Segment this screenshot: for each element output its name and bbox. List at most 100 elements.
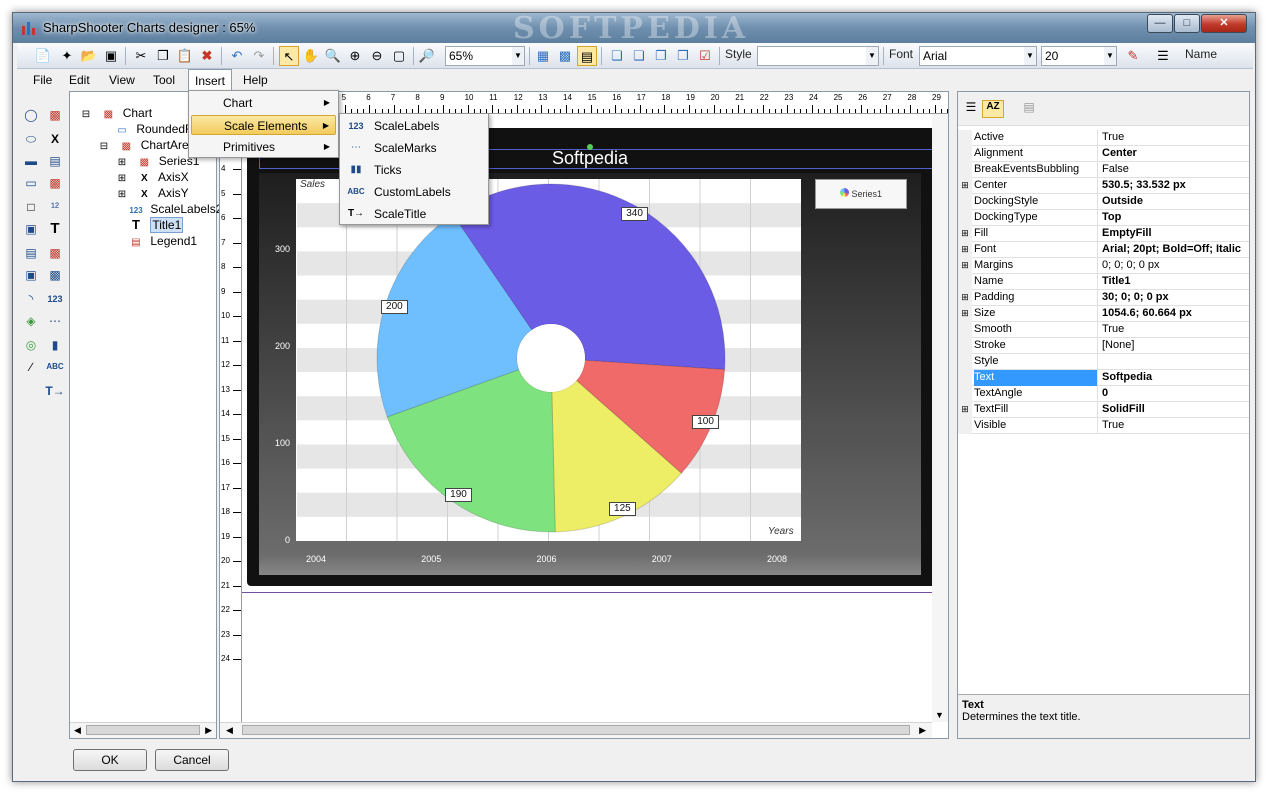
property-row[interactable]: ⊞ Margins 0; 0; 0; 0 px [958, 258, 1249, 274]
property-value[interactable]: 0; 0; 0; 0 px [1102, 258, 1249, 274]
delete-icon[interactable]: ✖ [197, 46, 217, 66]
property-value[interactable]: True [1102, 130, 1249, 146]
ok-button[interactable]: OK [73, 749, 147, 771]
ticks-tool-icon[interactable]: ▮ [45, 335, 65, 355]
scroll-right-icon[interactable]: ▶ [205, 725, 212, 736]
copy-icon[interactable]: ❐ [153, 46, 173, 66]
square-tool-icon[interactable]: □ [21, 197, 41, 217]
stacked-tool-icon[interactable]: ▩ [45, 265, 65, 285]
design-canvas[interactable]: 4 5 6 7 8 9 10 11 12 13 14 15 16 17 18 19 20 21 22 23 24 25 26… [219, 91, 949, 739]
bring-front-icon[interactable]: ❏ [607, 46, 627, 66]
tree-node-legend[interactable]: ▤ Legend1 [128, 233, 197, 249]
scroll-thumb[interactable] [242, 725, 910, 735]
cut-icon[interactable]: ✂ [131, 46, 151, 66]
close-button[interactable]: ✕ [1201, 14, 1247, 33]
property-row[interactable]: Name Title1 [958, 274, 1249, 290]
menu-edit[interactable]: Edit [63, 69, 96, 91]
property-value[interactable]: Center [1102, 146, 1249, 162]
font-combo[interactable]: Arial ▼ [919, 46, 1037, 66]
leaf-tool-icon[interactable]: ◈ [21, 311, 41, 331]
canvas-hscroll[interactable]: ◀ ▶ [220, 722, 932, 738]
property-value[interactable]: 530.5; 33.532 px [1102, 178, 1249, 194]
chart-tool-icon[interactable]: ▩ [45, 105, 65, 125]
property-row[interactable]: TextAngle 0 [958, 386, 1249, 402]
scale-marks-tool-icon[interactable]: ⋯ [45, 311, 65, 331]
send-back-icon[interactable]: ❏ [629, 46, 649, 66]
property-row[interactable]: ⊞ Font Arial; 20pt; Bold=Off; Italic [958, 242, 1249, 258]
tree-node-title[interactable]: T Title1 [128, 217, 184, 233]
property-value[interactable]: Arial; 20pt; Bold=Off; Italic [1102, 242, 1249, 258]
minimize-button[interactable]: — [1147, 14, 1173, 33]
property-row[interactable]: DockingType Top [958, 210, 1249, 226]
image-tool-icon[interactable]: ▣ [21, 219, 41, 239]
save-icon[interactable]: ▣ [101, 46, 121, 66]
scroll-left-icon[interactable]: ◀ [74, 725, 81, 736]
tree-node-series[interactable]: ⊞ ▩ Series1 [114, 153, 200, 169]
line-style-icon[interactable]: ☰ [1153, 46, 1173, 66]
property-value[interactable]: Softpedia [1102, 370, 1249, 386]
property-value[interactable]: Outside [1102, 194, 1249, 210]
label-tool-icon[interactable]: ▣ [21, 265, 41, 285]
expand-icon[interactable]: ⊞ [958, 226, 972, 242]
collapse-icon[interactable]: ⊟ [96, 139, 112, 155]
property-row[interactable]: Alignment Center [958, 146, 1249, 162]
pointer-icon[interactable]: ↖ [279, 46, 299, 66]
scroll-down-icon[interactable]: ▼ [935, 710, 944, 720]
style-combo[interactable]: ▼ [757, 46, 879, 66]
menu-item-scalemarks[interactable]: ⋯ ScaleMarks [342, 138, 486, 158]
menu-item-scalelabels[interactable]: 123 ScaleLabels [342, 116, 486, 136]
menu-item-scale-elements[interactable]: Scale Elements ▶ [191, 115, 336, 135]
property-row[interactable]: Active True [958, 130, 1249, 146]
property-row[interactable]: Style [958, 354, 1249, 370]
zoom-icon[interactable]: 🔍 [323, 46, 343, 66]
property-value[interactable]: [None] [1102, 338, 1249, 354]
scale-title-tool-icon[interactable]: T→ [45, 381, 65, 401]
text-tool-icon[interactable]: T [45, 219, 65, 239]
property-row[interactable]: ⊞ Padding 30; 0; 0; 0 px [958, 290, 1249, 306]
expand-icon[interactable]: ⊞ [958, 178, 972, 194]
property-row[interactable]: Smooth True [958, 322, 1249, 338]
menu-item-ticks[interactable]: ▮▮ Ticks [342, 160, 486, 180]
font-size-combo[interactable]: 20 ▼ [1041, 46, 1117, 66]
check-icon[interactable]: ☑ [695, 46, 715, 66]
zoom-out-icon[interactable]: ⊖ [367, 46, 387, 66]
cancel-button[interactable]: Cancel [155, 749, 229, 771]
fill-color-icon[interactable]: ✎ [1123, 46, 1143, 66]
panel-tool-icon[interactable]: ▤ [21, 243, 41, 263]
tree-node-axisx[interactable]: ⊞ X AxisX [114, 169, 189, 185]
menu-item-customlabels[interactable]: ABC CustomLabels [342, 182, 486, 202]
property-value[interactable]: Title1 [1102, 274, 1249, 290]
zoom-fit-icon[interactable]: ▢ [389, 46, 409, 66]
property-row[interactable]: Visible True [958, 418, 1249, 434]
redo-icon[interactable]: ↷ [249, 46, 269, 66]
snap-icon[interactable]: ▩ [555, 46, 575, 66]
property-row[interactable]: Text Softpedia [958, 370, 1249, 386]
undo-icon[interactable]: ↶ [227, 46, 247, 66]
property-value[interactable]: 1054.6; 60.664 px [1102, 306, 1249, 322]
grid-icon[interactable]: ▦ [533, 46, 553, 66]
property-value[interactable]: False [1102, 162, 1249, 178]
line-tool-icon[interactable]: ∕ [21, 357, 41, 377]
property-value[interactable]: SolidFill [1102, 402, 1249, 418]
property-row[interactable]: ⊞ TextFill SolidFill [958, 402, 1249, 418]
bar-chart-tool-icon[interactable]: ▩ [45, 243, 65, 263]
ungroup-icon[interactable]: ❐ [673, 46, 693, 66]
property-value[interactable]: 0 [1102, 386, 1249, 402]
categorized-icon[interactable]: ☰ [962, 100, 980, 118]
expand-icon[interactable]: ⊞ [958, 258, 972, 274]
menu-item-primitives[interactable]: Primitives ▶ [191, 137, 336, 157]
arc-tool-icon[interactable]: ◝ [21, 289, 41, 309]
wizard-icon[interactable]: ✦ [57, 46, 77, 66]
scale-labels-tool-icon[interactable]: 123 [45, 289, 65, 309]
alphabetical-icon[interactable]: AZ [982, 100, 1004, 118]
scroll-thumb[interactable] [86, 725, 200, 735]
menu-help[interactable]: Help [237, 69, 274, 91]
property-value[interactable]: 30; 0; 0; 0 px [1102, 290, 1249, 306]
maximize-button[interactable]: □ [1174, 14, 1200, 33]
tree-hscroll[interactable]: ◀ ▶ [70, 722, 216, 738]
zoom-in-icon[interactable]: ⊕ [345, 46, 365, 66]
tree-node-chartarea[interactable]: ⊟ ▩ ChartArea1 [96, 137, 202, 153]
property-pages-icon[interactable]: ▤ [1020, 100, 1038, 118]
title-bar[interactable]: SOFTPEDIA SharpShooter Charts designer :… [13, 13, 1255, 43]
zoom-100-icon[interactable]: 🔎 [417, 46, 437, 66]
